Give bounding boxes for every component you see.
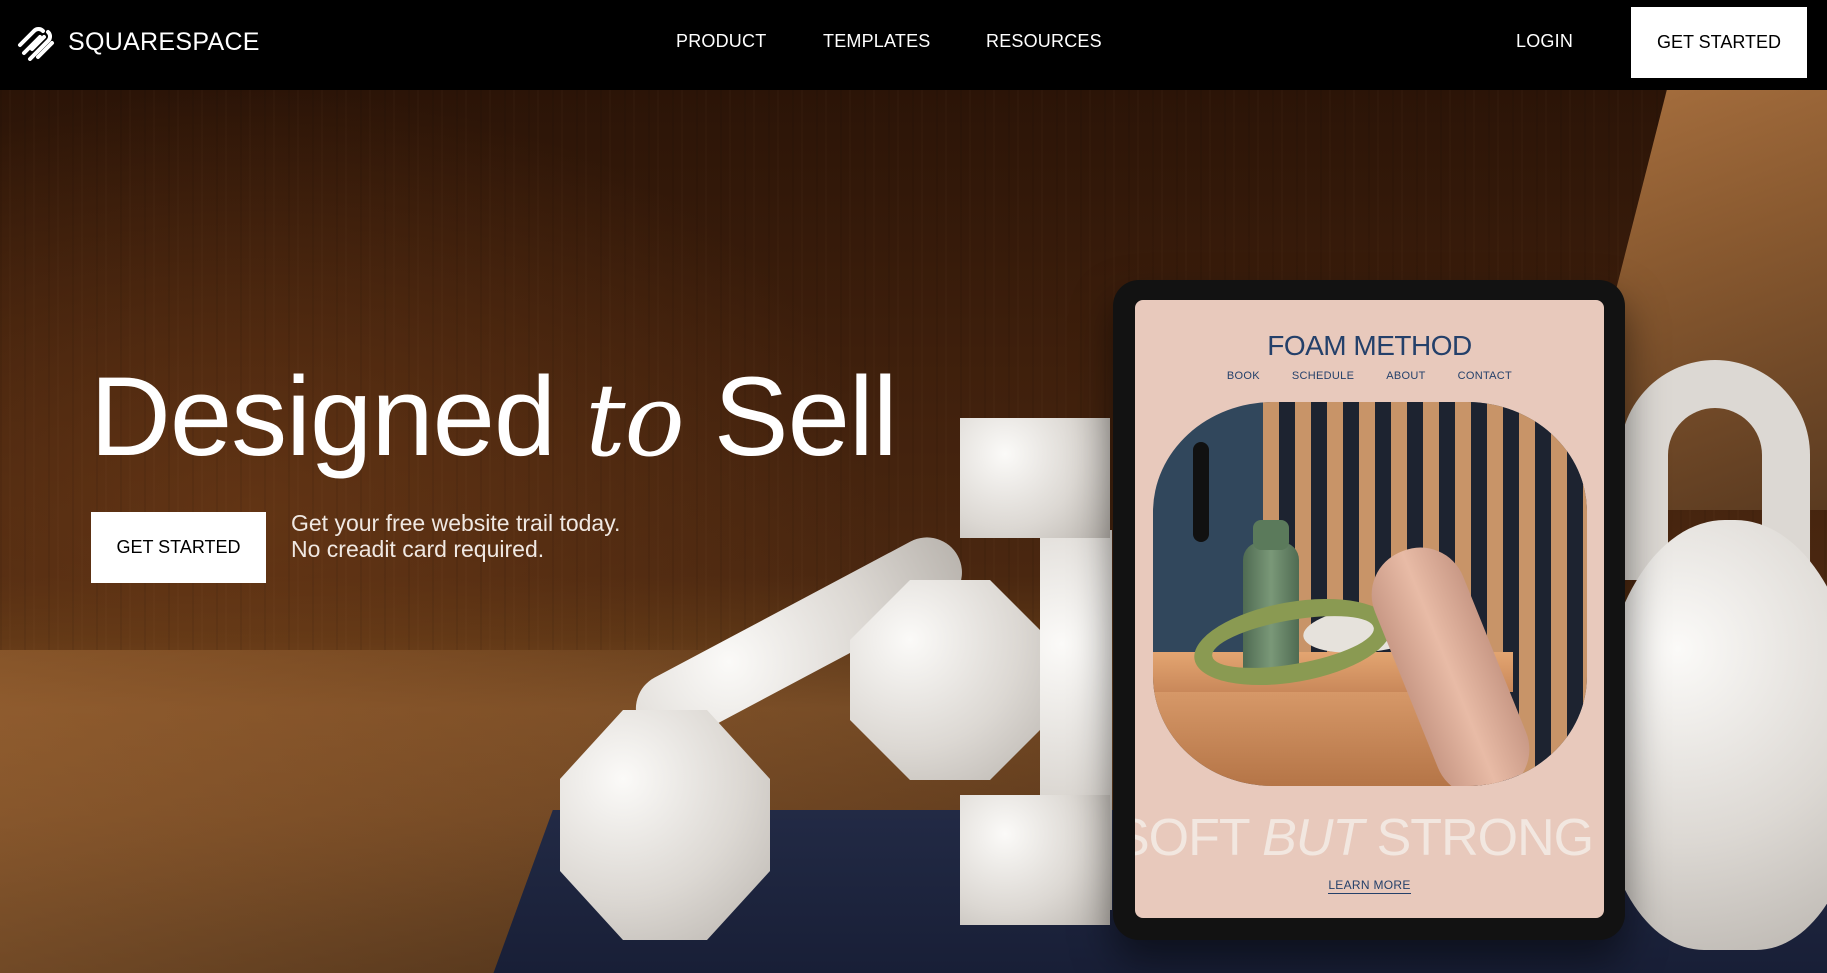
hero-headline: Designed to Sell xyxy=(90,352,898,481)
nav-link-templates[interactable]: TEMPLATES xyxy=(823,31,931,52)
dumbbell-head xyxy=(560,710,770,940)
slogan-word-but: BUT xyxy=(1262,809,1364,867)
nav-link-product[interactable]: PRODUCT xyxy=(676,31,766,52)
tablet-learn-more: LEARN MORE xyxy=(1135,878,1604,894)
dumbbell-head xyxy=(850,580,1050,780)
headline-word-designed: Designed xyxy=(90,354,556,479)
tablet-menu-about: ABOUT xyxy=(1386,370,1426,382)
top-navigation: SQUARESPACE PRODUCT TEMPLATES RESOURCES … xyxy=(0,0,1827,90)
hero-get-started-button[interactable]: GET STARTED xyxy=(91,512,266,583)
tablet-screen: FOAM METHOD BOOK SCHEDULE ABOUT CONTACT … xyxy=(1135,300,1604,918)
headline-word-sell: Sell xyxy=(713,354,898,479)
tablet-mockup: FOAM METHOD BOOK SCHEDULE ABOUT CONTACT … xyxy=(1113,280,1625,940)
headline-word-to: to xyxy=(585,362,684,479)
tablet-learn-more-link: LEARN MORE xyxy=(1328,878,1411,894)
tablet-site-title: FOAM METHOD xyxy=(1267,330,1472,361)
tablet-menu-book: BOOK xyxy=(1226,370,1260,382)
squarespace-logo-icon xyxy=(18,27,54,61)
logo[interactable]: SQUARESPACE xyxy=(14,23,260,61)
kettlebell-body xyxy=(1600,520,1827,950)
hero-subtext: Get your free website trail today. No cr… xyxy=(291,510,620,562)
standing-dumbbell-top xyxy=(960,418,1110,538)
tablet-hero-image xyxy=(1153,402,1587,786)
tablet-slogan: SOFT BUT STRONG xyxy=(1135,808,1604,868)
nav-get-started-button[interactable]: GET STARTED xyxy=(1631,7,1807,78)
water-bottle-cap xyxy=(1253,520,1289,550)
jump-rope-handle xyxy=(1193,442,1209,542)
hero-subtext-line2: No creadit card required. xyxy=(291,536,545,562)
tablet-site-menu: BOOK SCHEDULE ABOUT CONTACT xyxy=(1135,370,1604,382)
login-link[interactable]: LOGIN xyxy=(1516,31,1573,52)
nav-link-resources[interactable]: RESOURCES xyxy=(986,31,1102,52)
standing-dumbbell-bottom xyxy=(960,795,1110,925)
tablet-menu-contact: CONTACT xyxy=(1457,370,1513,382)
tablet-menu-schedule: SCHEDULE xyxy=(1291,370,1355,382)
slogan-word-strong: STRONG xyxy=(1376,809,1594,867)
hero-subtext-line1: Get your free website trail today. xyxy=(291,510,621,536)
slogan-word-soft: SOFT xyxy=(1135,809,1250,867)
logo-wordmark: SQUARESPACE xyxy=(68,27,260,56)
hero-section: FOAM METHOD BOOK SCHEDULE ABOUT CONTACT … xyxy=(0,90,1827,973)
